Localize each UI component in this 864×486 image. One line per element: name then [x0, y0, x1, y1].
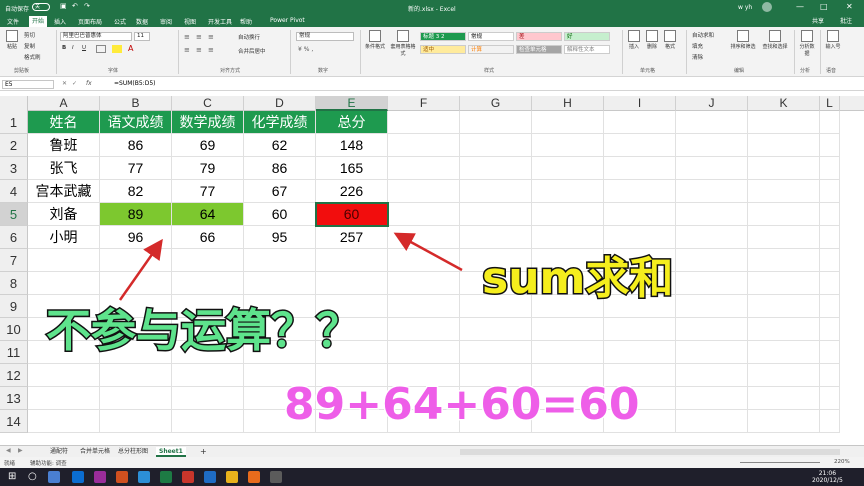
premiere-icon[interactable] — [94, 471, 106, 483]
sheet-tab-total-chart[interactable]: 总分柱形图 — [118, 447, 148, 457]
accessibility-status[interactable]: 辅助功能: 调查 — [30, 459, 67, 467]
sheet-tab-merge-cells[interactable]: 合并单元格 — [80, 447, 110, 457]
status-ready: 就绪 — [4, 461, 16, 467]
arrow-to-e5 — [393, 232, 463, 272]
horizontal-scrollbar[interactable] — [460, 449, 840, 455]
excel-icon[interactable] — [160, 471, 172, 483]
arrow-to-b5 — [118, 238, 163, 301]
photoshop-icon[interactable] — [72, 471, 84, 483]
sheet-tabs-bar: ◀ ▶ 通配符 合并单元格 总分柱形图 Sheet1 + — [0, 445, 864, 457]
sheet-tab-wildcard[interactable]: 通配符 — [50, 447, 68, 457]
word-icon[interactable] — [204, 471, 216, 483]
sheet-tab-sheet1[interactable]: Sheet1 — [156, 447, 186, 457]
browser-icon[interactable] — [248, 471, 260, 483]
overlay-not-calculated-text: 不参与运算？？ — [44, 303, 362, 359]
next-sheet-icon[interactable]: ▶ — [18, 447, 23, 454]
status-bar: 就绪 辅助功能: 调查 220% — [0, 457, 864, 468]
overlay-sum-text: sum求和 — [480, 252, 674, 306]
add-sheet-button[interactable]: + — [200, 447, 207, 457]
clock[interactable]: 21:06 2020/12/5 — [812, 470, 843, 484]
app2-icon[interactable] — [270, 471, 282, 483]
search-icon[interactable]: ○ — [28, 471, 37, 482]
task-view-icon[interactable] — [48, 471, 60, 483]
app-icon[interactable] — [182, 471, 194, 483]
powerpoint-icon[interactable] — [116, 471, 128, 483]
start-icon[interactable]: ⊞ — [8, 471, 16, 482]
edge-icon[interactable] — [138, 471, 150, 483]
windows-taskbar: ⊞ ○ 21:06 2020/12/5 — [0, 468, 864, 486]
prev-sheet-icon[interactable]: ◀ — [6, 447, 11, 454]
overlay-equation-text: 89+64+60=60 — [283, 378, 642, 432]
explorer-icon[interactable] — [226, 471, 238, 483]
zoom-level[interactable]: 220% — [834, 459, 850, 465]
zoom-slider[interactable] — [740, 462, 820, 463]
